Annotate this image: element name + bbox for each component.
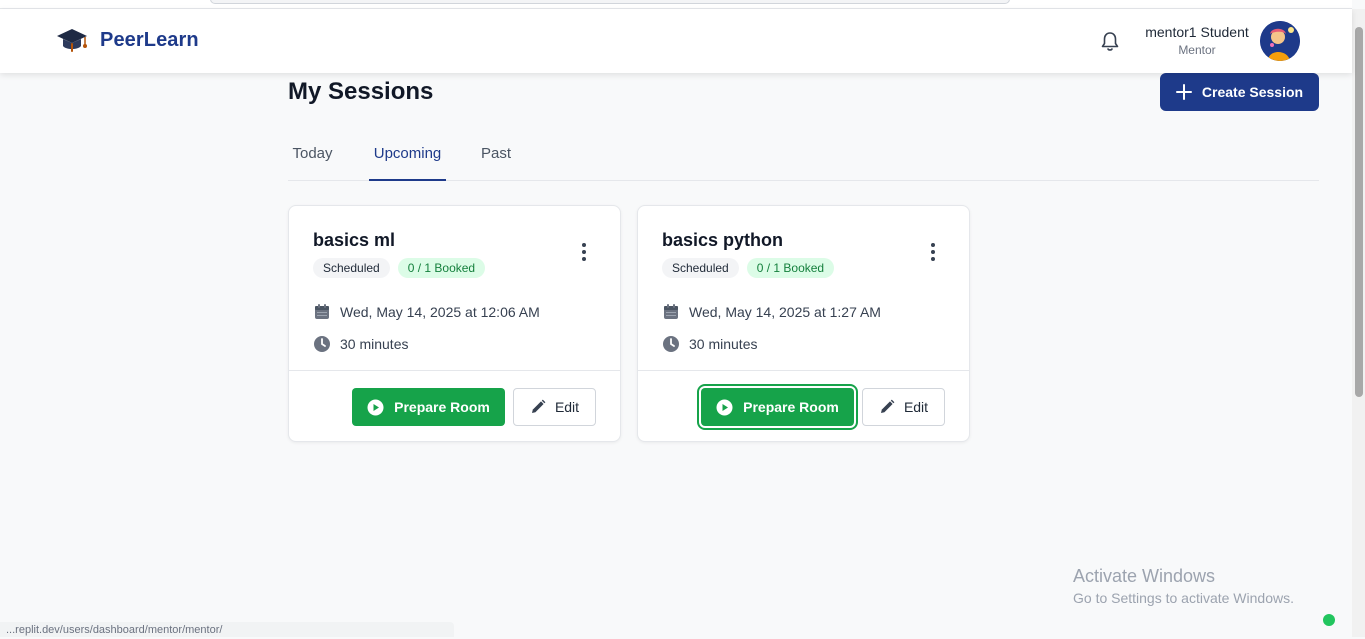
session-card: basics ml Scheduled 0 / 1 Booked Wed, Ma… [288,205,621,442]
play-circle-icon [367,399,384,415]
browser-top-strip [0,0,1352,9]
user-menu[interactable]: mentor1 Student Mentor [1136,24,1258,57]
watermark-subtitle: Go to Settings to activate Windows. [1073,590,1294,606]
edit-label: Edit [903,399,929,415]
status-badge: Scheduled [662,258,739,278]
brand-name: PeerLearn [100,28,199,51]
session-date: Wed, May 14, 2025 at 12:06 AM [313,303,540,321]
session-duration-text: 30 minutes [340,336,409,352]
kebab-icon [931,243,935,261]
prepare-room-label: Prepare Room [394,399,490,415]
plus-icon [1175,84,1192,100]
connection-status-dot [1323,614,1335,626]
status-badge: Scheduled [313,258,390,278]
calendar-icon [315,304,329,319]
notifications-button[interactable] [1100,31,1120,53]
session-title: basics python [662,230,784,250]
pencil-icon [531,399,546,413]
tab-today[interactable]: Today [288,136,337,181]
graduation-cap-icon [57,29,87,52]
tab-past-label: Past [480,145,511,162]
tab-upcoming[interactable]: Upcoming [369,136,446,181]
tab-past[interactable]: Past [478,136,514,181]
card-footer: Prepare Room Edit [289,370,620,442]
play-circle-icon [716,399,733,415]
prepare-room-button[interactable]: Prepare Room [352,388,505,426]
avatar[interactable] [1260,21,1300,61]
booking-badge: 0 / 1 Booked [397,258,486,278]
session-menu-button[interactable] [578,242,590,262]
link-status-bar: ...replit.dev/users/dashboard/mentor/men… [0,622,454,637]
session-card: basics python Scheduled 0 / 1 Booked Wed… [637,205,970,442]
create-session-label: Create Session [1201,84,1304,100]
windows-activation-watermark: Activate Windows Go to Settings to activ… [1073,566,1294,606]
browser-url-bar[interactable] [210,0,1010,4]
session-title: basics ml [313,230,396,250]
edit-button[interactable]: Edit [862,388,945,426]
tab-today-label: Today [292,145,333,162]
booking-badge: 0 / 1 Booked [746,258,835,278]
session-date: Wed, May 14, 2025 at 1:27 AM [662,303,881,321]
session-datetime: Wed, May 14, 2025 at 12:06 AM [340,304,540,320]
session-menu-button[interactable] [927,242,939,262]
page-scrollbar[interactable] [1352,9,1365,637]
session-datetime: Wed, May 14, 2025 at 1:27 AM [689,304,881,320]
prepare-room-label: Prepare Room [743,399,839,415]
prepare-room-button[interactable]: Prepare Room [701,388,854,426]
bell-icon [1101,32,1119,51]
calendar-icon [664,304,678,319]
page-title: My Sessions [288,78,434,105]
session-duration: 30 minutes [662,335,757,353]
user-role: Mentor [1178,43,1216,57]
user-name: mentor1 Student [1145,24,1249,40]
avatar-illustration [1260,21,1300,61]
pencil-icon [880,399,895,413]
app-header: PeerLearn mentor1 Student Mentor [0,9,1352,73]
tab-upcoming-label: Upcoming [373,145,442,162]
watermark-title: Activate Windows [1073,566,1216,586]
scrollbar-thumb[interactable] [1355,27,1363,397]
edit-button[interactable]: Edit [513,388,596,426]
create-session-button[interactable]: Create Session [1160,73,1319,111]
clock-icon [663,336,679,352]
session-tabs: Today Upcoming Past [288,136,1319,181]
brand[interactable]: PeerLearn [56,26,199,54]
clock-icon [314,336,330,352]
kebab-icon [582,243,586,261]
card-footer: Prepare Room Edit [638,370,969,442]
session-duration: 30 minutes [313,335,408,353]
session-duration-text: 30 minutes [689,336,758,352]
edit-label: Edit [554,399,580,415]
